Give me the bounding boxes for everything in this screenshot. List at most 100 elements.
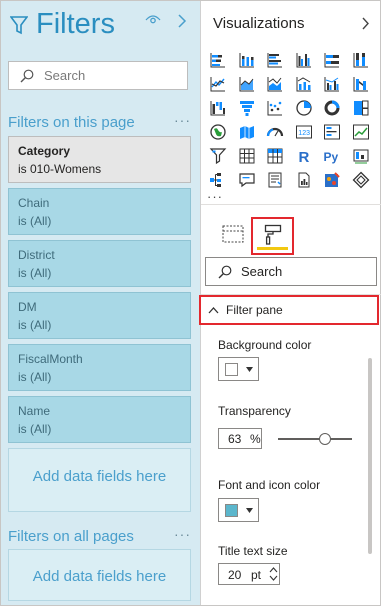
power-apps-icon[interactable] — [347, 168, 376, 192]
filter-pane-section-header[interactable]: Filter pane — [199, 295, 379, 325]
svg-text:Py: Py — [324, 150, 339, 164]
title-text-size-value: 20 — [228, 568, 242, 582]
filter-card-name: Category — [18, 144, 71, 158]
filters-pane: Filters Search Filters on this page ··· … — [1, 1, 200, 605]
matrix-icon[interactable] — [261, 144, 290, 168]
filled-map-icon[interactable] — [233, 120, 262, 144]
spinner-arrows-icon[interactable] — [269, 565, 278, 583]
all-pages-drop-zone[interactable]: Add data fields here — [8, 549, 191, 601]
multi-row-card-icon[interactable] — [318, 120, 347, 144]
all-pages-more-icon[interactable]: ··· — [174, 526, 191, 542]
transparency-value: 63 — [228, 432, 242, 446]
font-icon-color-label: Font and icon color — [218, 478, 321, 492]
clustered-column-chart-icon[interactable] — [290, 48, 319, 72]
filters-header: Filters — [1, 1, 200, 49]
color-swatch — [225, 363, 238, 376]
map-icon[interactable] — [204, 120, 233, 144]
divider — [201, 204, 381, 205]
stacked-column-chart-icon[interactable] — [233, 48, 262, 72]
line-and-stacked-column-chart-icon[interactable] — [290, 72, 319, 96]
filter-card-value: is (All) — [18, 422, 52, 436]
donut-chart-icon[interactable] — [318, 96, 347, 120]
collapse-chevron-icon[interactable] — [177, 14, 187, 28]
python-visual-icon[interactable]: Py — [318, 144, 347, 168]
filter-card-dm[interactable]: DM is (All) — [8, 292, 191, 339]
transparency-unit: % — [250, 432, 261, 446]
search-placeholder: Search — [44, 68, 86, 83]
gauge-icon[interactable] — [261, 120, 290, 144]
filter-card-name: District — [18, 248, 55, 262]
filter-card-fiscalmonth[interactable]: FiscalMonth is (All) — [8, 344, 191, 391]
r-visual-icon[interactable]: R — [290, 144, 319, 168]
filter-card-value: is (All) — [18, 370, 52, 384]
filter-card-name[interactable]: Name is (All) — [8, 396, 191, 443]
filter-card-district[interactable]: District is (All) — [8, 240, 191, 287]
transparency-slider-handle[interactable] — [318, 433, 331, 445]
filter-card-value: is 010-Womens — [18, 162, 102, 176]
treemap-icon[interactable] — [347, 96, 376, 120]
qa-icon[interactable] — [233, 168, 262, 192]
collapse-chevron-icon[interactable] — [361, 17, 370, 30]
visualizations-title: Visualizations — [213, 15, 305, 32]
filter-card-name: Chain — [18, 196, 50, 210]
page-filters-more-icon[interactable]: ··· — [174, 112, 191, 128]
line-chart-icon[interactable] — [204, 72, 233, 96]
line-and-clustered-column-chart-icon[interactable] — [318, 72, 347, 96]
background-color-picker[interactable] — [218, 357, 259, 381]
stacked-area-chart-icon[interactable] — [261, 72, 290, 96]
section-label: Filter pane — [226, 303, 283, 317]
filter-card-name: Name — [18, 404, 51, 418]
filters-all-pages-title: Filters on all pages — [8, 528, 134, 545]
filter-card-value: is (All) — [18, 266, 52, 280]
eye-icon[interactable] — [145, 13, 161, 25]
title-text-size-unit: pt — [251, 568, 262, 582]
paginated-report-icon[interactable] — [290, 168, 319, 192]
fields-tab-icon[interactable] — [222, 224, 244, 244]
transparency-input[interactable]: 63 % — [218, 428, 262, 449]
card-icon[interactable]: 123 — [290, 120, 319, 144]
background-color-label: Background color — [218, 338, 312, 352]
visual-type-gallery: 123 R Py — [204, 48, 376, 192]
search-icon — [20, 69, 34, 83]
format-tab[interactable] — [251, 217, 294, 255]
100-stacked-column-chart-icon[interactable] — [347, 48, 376, 72]
clustered-bar-chart-icon[interactable] — [261, 48, 290, 72]
arcgis-map-icon[interactable] — [318, 168, 347, 192]
search-placeholder: Search — [241, 264, 283, 279]
filters-on-page-title: Filters on this page — [8, 114, 135, 131]
active-tab-indicator — [257, 247, 288, 250]
filters-search-input[interactable]: Search — [8, 61, 188, 90]
filter-card-category[interactable]: Category is 010-Womens — [8, 136, 191, 183]
transparency-label: Transparency — [218, 404, 291, 418]
page-filters-drop-zone[interactable]: Add data fields here — [8, 448, 191, 512]
slicer-icon[interactable] — [204, 144, 233, 168]
drop-zone-label: Add data fields here — [32, 568, 167, 585]
filter-card-value: is (All) — [18, 318, 52, 332]
title-text-size-stepper[interactable]: 20 pt — [218, 563, 280, 585]
chevron-up-icon — [208, 307, 219, 314]
filter-card-chain[interactable]: Chain is (All) — [8, 188, 191, 235]
waterfall-chart-icon[interactable] — [204, 96, 233, 120]
table-icon[interactable] — [233, 144, 262, 168]
filter-card-value: is (All) — [18, 214, 52, 228]
filter-card-name: FiscalMonth — [18, 352, 83, 366]
funnel-chart-icon[interactable] — [233, 96, 262, 120]
pie-chart-icon[interactable] — [290, 96, 319, 120]
area-chart-icon[interactable] — [233, 72, 262, 96]
caret-down-icon — [246, 508, 253, 513]
more-visuals-icon[interactable]: ··· — [207, 189, 223, 204]
font-icon-color-picker[interactable] — [218, 498, 259, 522]
paint-roller-icon — [264, 224, 282, 245]
100-stacked-bar-chart-icon[interactable] — [318, 48, 347, 72]
scrollbar[interactable] — [368, 358, 372, 554]
kpi-icon[interactable] — [347, 120, 376, 144]
scatter-chart-icon[interactable] — [261, 96, 290, 120]
visualizations-pane: Visualizations 123 R Py ··· Search Filte… — [199, 1, 381, 605]
stacked-bar-chart-icon[interactable] — [204, 48, 233, 72]
key-influencers-icon[interactable] — [347, 144, 376, 168]
color-swatch — [225, 504, 238, 517]
smart-narrative-icon[interactable] — [261, 168, 290, 192]
transparency-slider-track[interactable] — [278, 438, 352, 440]
visualizations-search-input[interactable]: Search — [205, 257, 377, 286]
ribbon-chart-icon[interactable] — [347, 72, 376, 96]
